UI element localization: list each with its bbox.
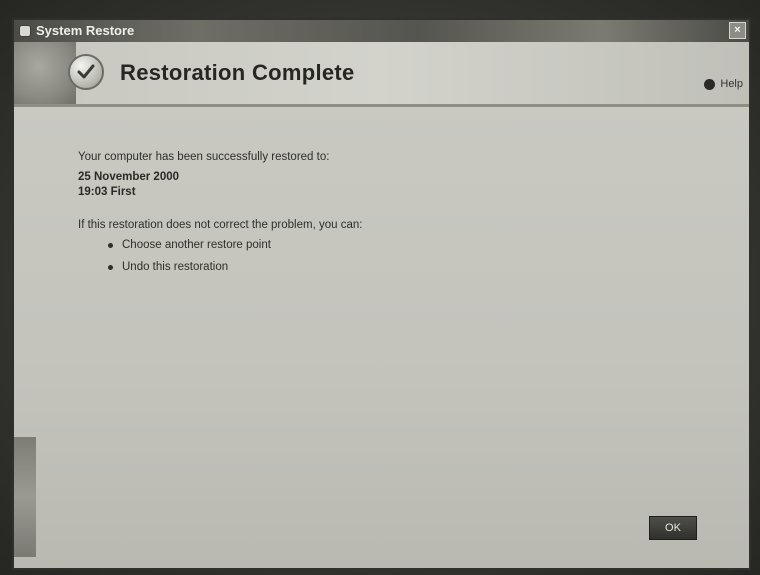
option-label: Undo this restoration <box>122 261 229 273</box>
title-bar[interactable]: System Restore × <box>14 20 749 42</box>
content-area: Your computer has been successfully rest… <box>14 107 749 568</box>
screen: System Restore × Restoration Complete He… <box>0 0 760 575</box>
help-link[interactable]: Help <box>704 78 743 90</box>
page-title: Restoration Complete <box>120 60 355 85</box>
checkmark-icon <box>68 54 104 90</box>
option-label: Choose another restore point <box>122 239 271 251</box>
help-label: Help <box>720 78 743 90</box>
restore-time: 19:03 First <box>78 186 136 198</box>
system-restore-icon <box>19 25 31 37</box>
option-undo-restoration[interactable]: Undo this restoration <box>106 261 271 275</box>
ok-button[interactable]: OK <box>649 516 697 540</box>
restore-date: 25 November 2000 <box>78 171 180 183</box>
decorative-strip <box>14 437 36 557</box>
header-banner: Restoration Complete Help <box>14 42 749 107</box>
option-choose-restore-point[interactable]: Choose another restore point <box>106 239 271 253</box>
bullet-icon <box>108 265 113 270</box>
help-icon <box>704 78 716 90</box>
bullet-icon <box>108 243 113 248</box>
restore-options-list: Choose another restore point Undo this r… <box>106 239 271 283</box>
problem-prompt: If this restoration does not correct the… <box>78 219 363 231</box>
window-title: System Restore <box>36 23 135 38</box>
close-button[interactable]: × <box>729 22 746 39</box>
system-restore-window: System Restore × Restoration Complete He… <box>12 18 751 570</box>
success-message: Your computer has been successfully rest… <box>78 151 330 163</box>
banner-graphic <box>14 42 76 104</box>
